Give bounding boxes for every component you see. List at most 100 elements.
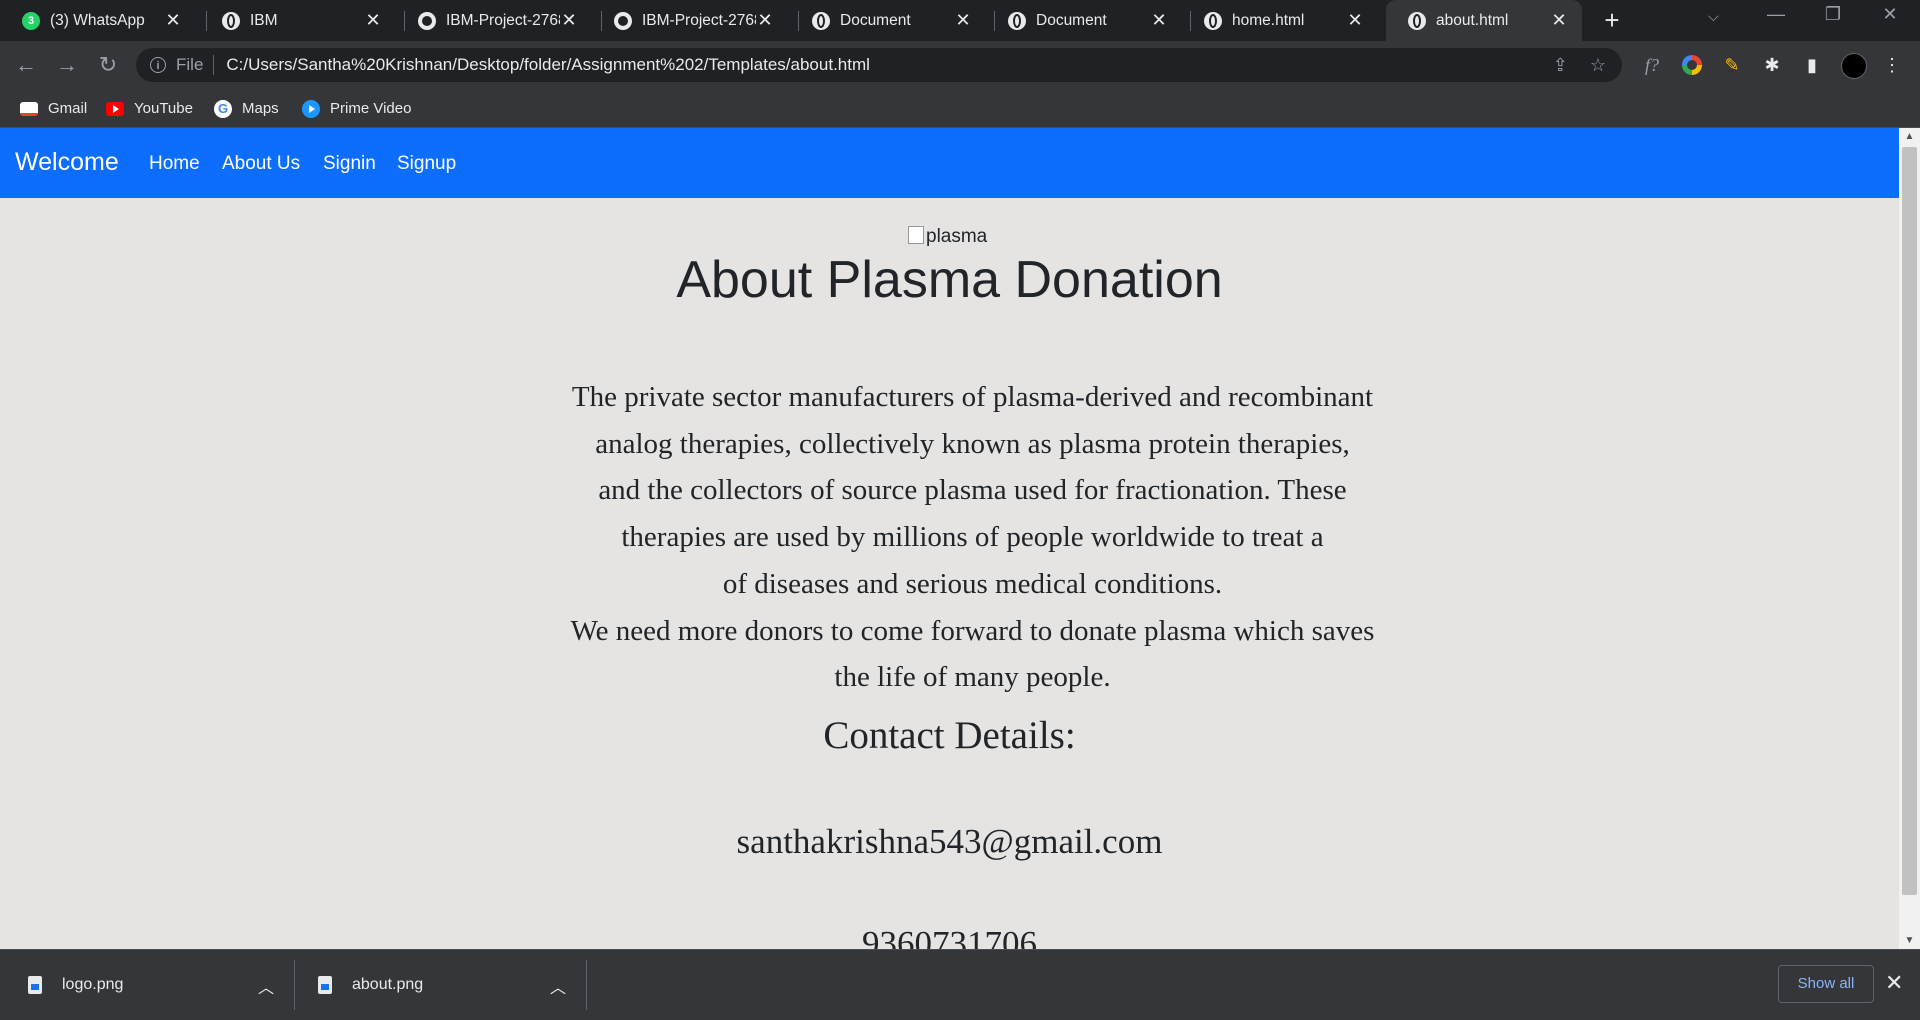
paragraph-line: the life of many people. <box>834 661 1111 694</box>
contact-phone: 9360731706 <box>862 924 1037 949</box>
tab-github-2[interactable]: IBM-Project-2768 ✕ <box>592 0 788 41</box>
paragraph-line: We need more donors to come forward to d… <box>570 614 1375 647</box>
tab-whatsapp[interactable]: (3) WhatsApp ✕ <box>0 0 196 41</box>
contact-email: santhakrishna543@gmail.com <box>736 822 1163 861</box>
whatsapp-icon <box>22 11 40 30</box>
prime-video-icon <box>302 99 320 118</box>
tab-title: IBM-Project-2768 <box>446 11 560 29</box>
nav-link-signup[interactable]: Signup <box>397 153 456 175</box>
image-file-icon <box>28 976 42 994</box>
window-close-icon[interactable]: ✕ <box>1870 4 1910 25</box>
share-icon[interactable]: ⇪ <box>1553 55 1568 76</box>
omnibox-divider <box>213 55 215 75</box>
color-extension-icon[interactable] <box>1682 55 1702 75</box>
shelf-divider <box>586 960 587 1010</box>
tab-document-1[interactable]: Document ✕ <box>790 0 986 41</box>
tab-title: (3) WhatsApp <box>50 11 145 29</box>
tab-github-1[interactable]: IBM-Project-2768 ✕ <box>396 0 592 41</box>
close-icon[interactable]: ✕ <box>164 10 182 31</box>
address-bar[interactable]: i File C:/Users/Santha%20Krishnan/Deskto… <box>136 48 1622 82</box>
page-scrollbar[interactable]: ▲ ▼ <box>1899 128 1920 949</box>
chevron-up-icon[interactable]: ︿ <box>550 974 566 998</box>
paragraph-line: of diseases and serious medical conditio… <box>722 567 1223 600</box>
paragraph-line: therapies are used by millions of people… <box>621 521 1324 554</box>
navbar-brand[interactable]: Welcome <box>15 148 119 177</box>
tab-search-icon[interactable]: ⌵ <box>1708 8 1719 25</box>
shelf-divider <box>294 960 295 1010</box>
bookmark-prime-video[interactable]: Prime Video <box>302 89 411 128</box>
globe-icon <box>812 11 830 30</box>
tab-about-html[interactable]: about.html ✕ <box>1386 0 1582 41</box>
side-panel-icon[interactable]: ▮ <box>1800 53 1824 77</box>
tab-home-html[interactable]: home.html ✕ <box>1182 0 1378 41</box>
url-text[interactable]: C:/Users/Santha%20Krishnan/Desktop/folde… <box>226 55 870 75</box>
chevron-up-icon[interactable]: ︿ <box>258 974 274 998</box>
info-icon[interactable]: i <box>150 57 166 73</box>
youtube-icon <box>106 101 124 116</box>
reload-icon[interactable]: ↻ <box>94 51 122 79</box>
close-shelf-icon[interactable]: ✕ <box>1885 970 1903 996</box>
scrollbar-thumb[interactable] <box>1902 147 1917 895</box>
back-icon[interactable]: ← <box>12 51 40 79</box>
bookmark-label: Prime Video <box>330 100 412 117</box>
bookmark-maps[interactable]: Maps <box>214 89 279 128</box>
bookmark-star-icon[interactable]: ☆ <box>1590 55 1606 76</box>
browser-toolbar: ← → ↻ i File C:/Users/Santha%20Krishnan/… <box>0 41 1920 89</box>
tab-title: home.html <box>1232 11 1305 29</box>
globe-icon <box>222 11 240 30</box>
bookmark-label: Maps <box>242 100 279 117</box>
show-all-button[interactable]: Show all <box>1778 965 1874 1003</box>
paragraph-line: and the collectors of source plasma used… <box>598 474 1347 507</box>
close-icon[interactable]: ✕ <box>1550 10 1568 31</box>
bookmark-youtube[interactable]: YouTube <box>106 89 193 128</box>
tab-strip: (3) WhatsApp ✕ IBM ✕ IBM-Project-2768 ✕ … <box>0 0 1920 41</box>
page-title: About Plasma Donation <box>676 251 1223 309</box>
extensions-puzzle-icon[interactable]: ✱ <box>1760 53 1784 77</box>
tab-document-2[interactable]: Document ✕ <box>986 0 1182 41</box>
close-icon[interactable]: ✕ <box>756 10 774 31</box>
tab-title: Document <box>1036 11 1107 29</box>
download-shelf: logo.png ︿ about.png ︿ Show all ✕ <box>0 949 1920 1020</box>
bookmark-label: YouTube <box>134 100 193 117</box>
scroll-down-arrow-icon[interactable]: ▼ <box>1899 932 1920 949</box>
image-file-icon <box>318 976 332 994</box>
github-icon <box>418 11 436 30</box>
new-tab-button[interactable]: + <box>1598 6 1626 34</box>
minimize-icon[interactable]: — <box>1756 4 1796 25</box>
bookmark-label: Gmail <box>48 100 88 117</box>
close-icon[interactable]: ✕ <box>364 10 382 31</box>
gmail-icon <box>20 101 38 116</box>
tab-title: IBM <box>250 11 278 29</box>
scroll-up-arrow-icon[interactable]: ▲ <box>1899 128 1920 145</box>
page-viewport: Welcome Home About Us Signin Signup plas… <box>0 128 1899 949</box>
profile-avatar[interactable] <box>1841 53 1867 79</box>
plasma-image-broken: plasma <box>908 226 987 248</box>
nav-link-about-us[interactable]: About Us <box>222 153 300 175</box>
download-item-about[interactable]: about.png <box>318 950 423 1020</box>
close-icon[interactable]: ✕ <box>1346 10 1364 31</box>
menu-kebab-icon[interactable]: ⋮ <box>1880 53 1904 77</box>
tab-ibm[interactable]: IBM ✕ <box>200 0 396 41</box>
nav-link-signin[interactable]: Signin <box>323 153 376 175</box>
download-filename: logo.png <box>62 976 124 993</box>
forward-icon[interactable]: → <box>53 51 81 79</box>
close-icon[interactable]: ✕ <box>1150 10 1168 31</box>
download-item-logo[interactable]: logo.png <box>28 950 123 1020</box>
tab-title: Document <box>840 11 911 29</box>
globe-icon <box>1008 11 1026 30</box>
nav-link-home[interactable]: Home <box>149 153 200 175</box>
google-icon <box>214 99 232 118</box>
paragraph-line: analog therapies, collectively known as … <box>595 427 1350 460</box>
bookmark-gmail[interactable]: Gmail <box>20 89 87 128</box>
restore-icon[interactable]: ❐ <box>1813 4 1853 25</box>
bookmarks-bar: Gmail YouTube Maps Prime Video <box>0 89 1920 128</box>
close-icon[interactable]: ✕ <box>560 10 578 31</box>
about-paragraph: The private sector manufacturers of plas… <box>520 374 1425 701</box>
globe-icon <box>1408 11 1426 30</box>
download-filename: about.png <box>352 976 424 993</box>
pen-extension-icon[interactable]: ✎ <box>1720 53 1744 77</box>
contact-heading: Contact Details: <box>823 714 1076 757</box>
tab-title: IBM-Project-2768 <box>642 11 756 29</box>
formula-extension-icon[interactable]: f? <box>1640 53 1664 77</box>
close-icon[interactable]: ✕ <box>954 10 972 31</box>
